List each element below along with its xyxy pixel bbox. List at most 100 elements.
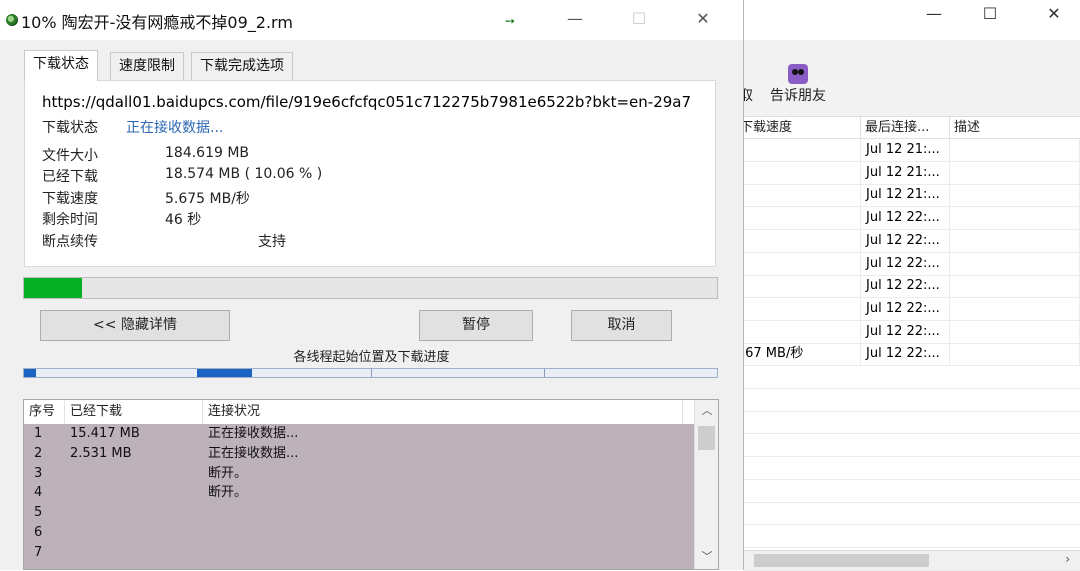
thread-row[interactable]: 6 bbox=[24, 523, 694, 543]
bg-table-cell: Jul 12 21:... bbox=[861, 184, 950, 207]
thread-progress-bar bbox=[23, 368, 718, 378]
bg-table-row-empty bbox=[744, 457, 1080, 480]
status-value: 正在接收数据... bbox=[126, 120, 224, 136]
bg-table-row[interactable]: Jul 12 22:... bbox=[744, 297, 1080, 321]
tab-completion-options[interactable]: 下载完成选项 bbox=[191, 52, 293, 80]
bg-col-speed[interactable]: 下载速度 bbox=[736, 117, 861, 139]
bg-table-row-empty bbox=[744, 434, 1080, 458]
bg-col-description[interactable]: 描述 bbox=[950, 117, 1080, 139]
thread-cell-no: 2 bbox=[34, 445, 43, 461]
thread-cell-no: 1 bbox=[34, 426, 43, 441]
bg-table-row-empty bbox=[744, 411, 1080, 435]
bg-toolbar-item-tell-friends[interactable]: 告诉朋友 bbox=[770, 85, 826, 105]
bg-table-row-empty bbox=[744, 389, 1080, 412]
bg-table-cell: Jul 12 22:... bbox=[861, 207, 950, 230]
hide-details-button[interactable]: << 隐藏详情 bbox=[40, 310, 230, 341]
bg-table-cell bbox=[950, 320, 1080, 343]
pause-button[interactable]: 暂停 bbox=[419, 310, 533, 341]
bg-table-cell bbox=[950, 184, 1080, 207]
thread-cell-no: 3 bbox=[34, 465, 43, 481]
bg-table-cell: Jul 12 22:... bbox=[861, 229, 950, 252]
arrow-icon: ➙ bbox=[505, 14, 516, 28]
bg-table-cell bbox=[736, 275, 861, 298]
resume-support-label: 断点续传 bbox=[42, 234, 98, 250]
bg-maximize-button[interactable]: ☐ bbox=[962, 0, 1018, 32]
thread-row[interactable]: 4 断开。 bbox=[24, 483, 694, 503]
bg-table-row[interactable]: Jul 12 22:... bbox=[744, 320, 1080, 344]
bg-table-cell: Jul 12 22:... bbox=[861, 343, 950, 366]
bg-table-cell bbox=[736, 320, 861, 343]
bg-table-cell bbox=[950, 252, 1080, 275]
bg-table-cell bbox=[736, 252, 861, 275]
col-downloaded[interactable]: 已经下载 bbox=[65, 400, 203, 424]
col-connection-status[interactable]: 连接状况 bbox=[203, 400, 683, 424]
bg-table-row[interactable]: Jul 12 21:... bbox=[744, 161, 1080, 185]
dialog-minimize-button[interactable]: — bbox=[543, 0, 607, 40]
bg-table-cell bbox=[950, 161, 1080, 184]
thread-row[interactable]: 1 15.417 MB 正在接收数据... bbox=[24, 424, 694, 444]
app-icon bbox=[6, 14, 18, 26]
thread-list-scrollbar[interactable]: ︿ ﹀ bbox=[694, 400, 718, 569]
status-panel: https://qdall01.baidupcs.com/file/919e6c… bbox=[24, 80, 716, 267]
bg-table-row-empty bbox=[744, 480, 1080, 503]
threads-caption: 各线程起始位置及下载进度 bbox=[293, 350, 450, 365]
cancel-button[interactable]: 取消 bbox=[571, 310, 672, 341]
chevron-down-icon[interactable]: ﹀ bbox=[695, 548, 718, 564]
bg-minimize-button[interactable]: — bbox=[906, 0, 962, 32]
bg-horizontal-scrollbar[interactable]: › bbox=[744, 550, 1080, 570]
friends-icon[interactable] bbox=[788, 64, 808, 84]
bg-table-cell bbox=[736, 161, 861, 184]
download-url: https://qdall01.baidupcs.com/file/919e6c… bbox=[42, 93, 692, 111]
download-progress-fill bbox=[24, 278, 82, 298]
thread-boundary bbox=[544, 369, 545, 377]
bg-table-row[interactable]: Jul 12 22:... bbox=[744, 252, 1080, 276]
bg-table-row[interactable]: Jul 12 22:... bbox=[744, 207, 1080, 231]
bg-table-row-empty bbox=[744, 525, 1080, 548]
tab-speed-limit[interactable]: 速度限制 bbox=[110, 52, 184, 80]
bg-close-button[interactable]: ✕ bbox=[1026, 0, 1080, 32]
bg-hscroll-thumb[interactable] bbox=[754, 554, 929, 567]
thread-cell-status: 断开。 bbox=[208, 465, 248, 481]
resume-support-value: 支持 bbox=[258, 234, 286, 250]
file-size-label: 文件大小 bbox=[42, 148, 98, 164]
bg-table-cell: Jul 12 22:... bbox=[861, 320, 950, 343]
bg-table-cell bbox=[736, 297, 861, 320]
download-progress-bar bbox=[23, 277, 718, 299]
bg-table-cell bbox=[736, 184, 861, 207]
bg-hscroll-right-arrow[interactable]: › bbox=[1065, 552, 1070, 566]
thread-cell-status: 正在接收数据... bbox=[208, 426, 299, 441]
bg-table-row[interactable]: Jul 12 22:... bbox=[744, 229, 1080, 253]
scrollbar-thumb[interactable] bbox=[698, 426, 715, 450]
thread-row[interactable]: 2 2.531 MB 正在接收数据... bbox=[24, 444, 694, 464]
downloaded-value: 18.574 MB ( 10.06 % ) bbox=[165, 166, 323, 182]
background-download-table: 下载速度 最后连接... 描述 Jul 12 21:... Jul 12 21:.… bbox=[736, 116, 1080, 571]
thread-row[interactable]: 3 断开。 bbox=[24, 464, 694, 484]
thread-row[interactable]: 7 bbox=[24, 543, 694, 563]
bg-table-row[interactable]: Jul 12 22:... bbox=[744, 275, 1080, 299]
bg-table-cell bbox=[736, 229, 861, 252]
thread-cell-status: 正在接收数据... bbox=[208, 445, 299, 461]
bg-table-cell bbox=[950, 297, 1080, 320]
bg-table-row[interactable]: Jul 12 21:... bbox=[744, 184, 1080, 208]
col-thread-no[interactable]: 序号 bbox=[24, 400, 65, 424]
download-progress-dialog: 10% 陶宏开-没有网瘾戒不掉09_2.rm ➙ — ☐ ✕ 下载状态 速度限制… bbox=[0, 0, 744, 570]
thread-row[interactable]: 5 bbox=[24, 503, 694, 523]
bg-table-row[interactable]: Jul 12 21:... bbox=[744, 139, 1080, 162]
thread-list-body: 1 15.417 MB 正在接收数据... 2 2.531 MB 正在接收数据... 3 断开… bbox=[24, 424, 694, 569]
thread-cell-status: 断开。 bbox=[208, 485, 248, 501]
file-size-value: 184.619 MB bbox=[165, 145, 250, 161]
thread-cell-no: 5 bbox=[34, 505, 43, 521]
bg-table-row[interactable]: .67 MB/秒 Jul 12 22:... bbox=[741, 343, 1080, 367]
thread-cell-no: 6 bbox=[34, 525, 43, 540]
dialog-close-button[interactable]: ✕ bbox=[671, 0, 735, 40]
bg-table-row-empty bbox=[744, 366, 1080, 389]
bg-col-last-connect[interactable]: 最后连接... bbox=[861, 117, 950, 139]
dialog-maximize-button: ☐ bbox=[631, 9, 647, 28]
thread-cell-downloaded: 2.531 MB bbox=[70, 445, 132, 461]
bg-table-cell: Jul 12 22:... bbox=[861, 275, 950, 298]
bg-table-cell bbox=[950, 343, 1080, 366]
status-label: 下载状态 bbox=[42, 120, 98, 136]
chevron-up-icon[interactable]: ︿ bbox=[695, 402, 718, 418]
remaining-time-value: 46 秒 bbox=[165, 212, 202, 228]
tab-download-status[interactable]: 下载状态 bbox=[24, 50, 98, 81]
